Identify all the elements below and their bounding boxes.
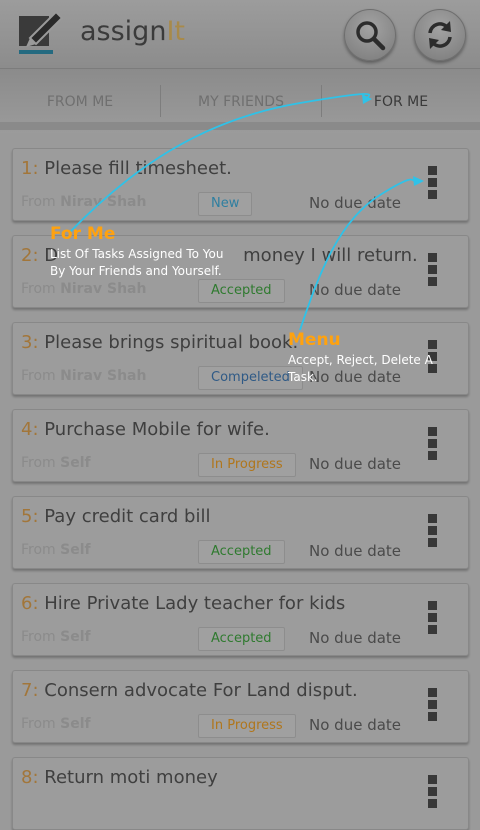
task-due-date: No due date [309,716,402,734]
task-from: From Self [21,629,91,645]
task-menu-icon[interactable] [428,253,438,287]
task-title-text: Please brings spiritual book. [44,332,299,353]
app-title: assignIt [80,16,185,47]
task-title-text: Purchase Mobile for wife. [44,419,270,440]
task-title: 4: Purchase Mobile for wife. [21,419,270,440]
task-from-name: Nirav Shah [60,281,147,297]
task-card[interactable]: 7: Consern advocate For Land disput. Fro… [12,670,469,743]
task-menu-icon[interactable] [428,514,438,548]
task-card[interactable]: 6: Hire Private Lady teacher for kids Fr… [12,583,469,656]
task-from-name: Nirav Shah [60,194,147,210]
tab-bar-shadow [0,122,480,130]
task-title-text: Please fill timesheet. [44,158,232,179]
task-from-label: From [21,629,56,645]
task-due-date: No due date [309,194,402,212]
task-number: 1: [21,158,39,179]
task-number: 8: [21,767,39,788]
task-from: From Nirav Shah [21,281,146,297]
status-badge: Accepted [198,279,285,303]
task-from-label: From [21,194,56,210]
task-menu-icon[interactable] [428,166,438,200]
hint-text: Accept, Reject, Delete A Task. [288,353,433,384]
task-title-text: Return moti money [44,767,218,788]
task-from-label: From [21,455,56,471]
task-due-date: No due date [309,542,402,560]
task-number: 2: [21,245,39,266]
task-menu-icon[interactable] [428,688,438,722]
hint-for-me: For Me List Of Tasks Assigned To You By … [50,224,230,280]
task-title: 6: Hire Private Lady teacher for kids [21,593,345,614]
task-number: 7: [21,680,39,701]
task-from-label: From [21,542,56,558]
status-badge: In Progress [198,453,296,477]
task-from-label: From [21,368,56,384]
refresh-icon [428,21,452,49]
status-badge: New [198,192,253,216]
hint-menu: Menu Accept, Reject, Delete A Task. [288,330,438,386]
app-bar: assignIt [0,0,480,68]
app-title-main: assign [80,16,167,47]
task-number: 3: [21,332,39,353]
refresh-button[interactable] [414,9,466,61]
task-due-date: No due date [309,455,402,473]
task-menu-icon[interactable] [428,775,438,809]
task-from-name: Self [60,629,91,645]
hint-heading: For Me [50,224,116,244]
search-button[interactable] [344,9,396,61]
pen-logo-icon [16,8,68,58]
task-title-text: Pay credit card bill [44,506,211,527]
task-title: 8: Return moti money [21,767,218,788]
task-title: 1: Please fill timesheet. [21,158,232,179]
task-title: 3: Please brings spiritual book. [21,332,298,353]
task-from-name: Self [60,455,91,471]
task-card[interactable]: 8: Return moti money [12,757,469,830]
hint-text: List Of Tasks Assigned To You By Your Fr… [50,247,224,278]
task-due-date: No due date [309,281,402,299]
search-icon [356,21,386,51]
task-from: From Self [21,716,91,732]
task-from-name: Nirav Shah [60,368,147,384]
task-from: From Self [21,455,91,471]
task-menu-icon[interactable] [428,427,438,461]
task-from: From Nirav Shah [21,368,146,384]
task-menu-icon[interactable] [428,601,438,635]
task-number: 6: [21,593,39,614]
task-from-label: From [21,281,56,297]
hint-heading: Menu [288,330,341,350]
task-from-label: From [21,716,56,732]
app-title-accent: It [166,16,185,47]
task-card[interactable]: 4: Purchase Mobile for wife. From Self I… [12,409,469,482]
task-from: From Self [21,542,91,558]
task-title-text: Consern advocate For Land disput. [44,680,358,701]
task-due-date: No due date [309,629,402,647]
task-number: 4: [21,419,39,440]
status-badge: Accepted [198,627,285,651]
task-from-name: Self [60,542,91,558]
task-card[interactable]: 1: Please fill timesheet. From Nirav Sha… [12,148,469,221]
status-badge: Accepted [198,540,285,564]
status-badge: In Progress [198,714,296,738]
task-title: 7: Consern advocate For Land disput. [21,680,358,701]
task-card[interactable]: 5: Pay credit card bill From Self Accept… [12,496,469,569]
task-title-text: Hire Private Lady teacher for kids [44,593,346,614]
task-number: 5: [21,506,39,527]
task-title: 5: Pay credit card bill [21,506,210,527]
task-title-text-tail: money I will return. [243,245,418,266]
task-from-name: Self [60,716,91,732]
task-from: From Nirav Shah [21,194,146,210]
